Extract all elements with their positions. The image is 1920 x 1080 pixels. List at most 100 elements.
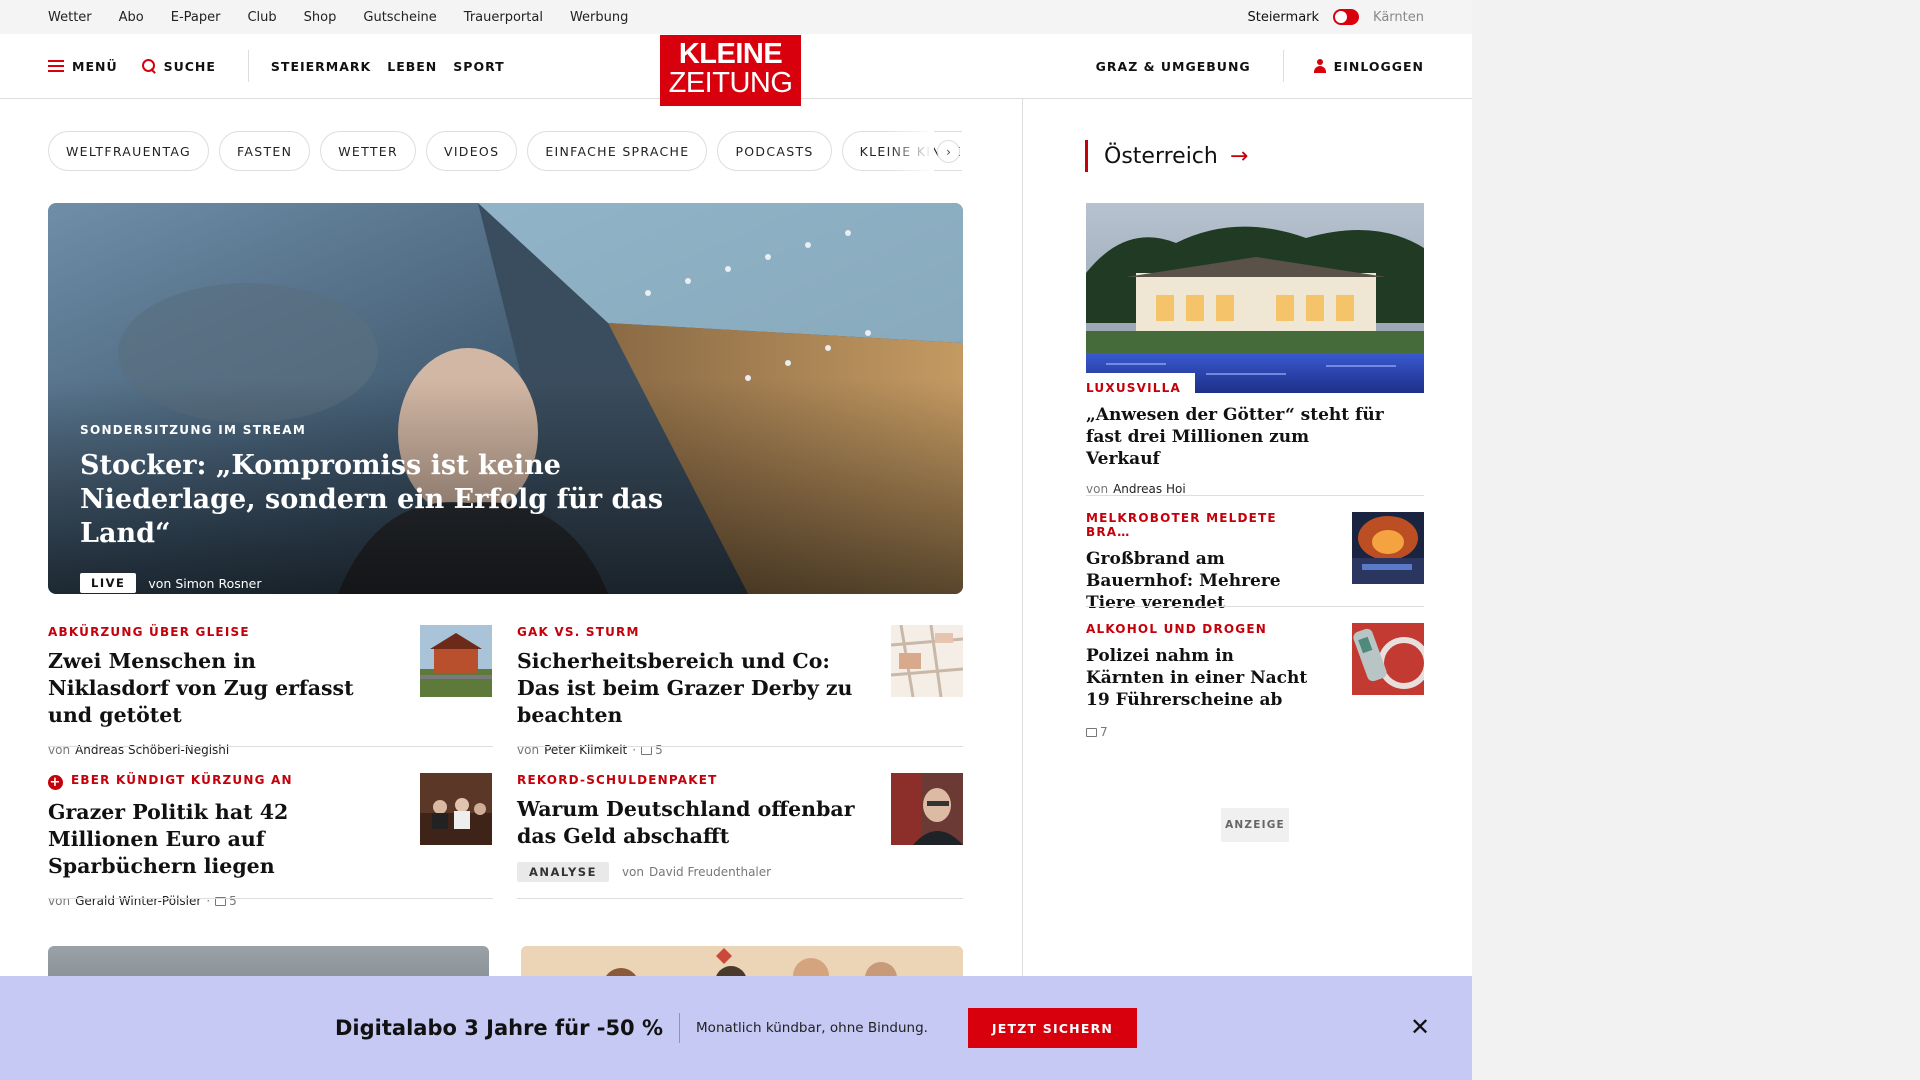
utility-link-abo[interactable]: Abo — [119, 10, 144, 25]
tag-fasten[interactable]: FASTEN — [219, 131, 311, 171]
meta-dot: · — [206, 894, 211, 908]
tag-einfache-sprache[interactable]: EINFACHE SPRACHE — [527, 131, 708, 171]
article-thumbnail[interactable] — [891, 625, 963, 697]
comment-number: 7 — [1100, 725, 1108, 739]
divider — [48, 746, 493, 747]
column-divider — [1022, 99, 1023, 999]
divider — [1086, 606, 1424, 607]
arrow-right-icon: → — [1229, 143, 1249, 169]
comment-count[interactable]: 7 — [1086, 725, 1108, 739]
utility-link-werbung[interactable]: Werbung — [570, 10, 628, 25]
comment-icon — [1086, 727, 1097, 737]
article-author[interactable]: Gerald Winter-Pölsler — [75, 894, 201, 908]
banner-divider — [679, 1013, 681, 1043]
article-thumbnail[interactable] — [420, 625, 492, 697]
article-author[interactable]: Andreas Hoi — [1113, 482, 1186, 496]
region-toggle[interactable] — [1333, 9, 1360, 25]
article-teaser[interactable]: ABKÜRZUNG ÜBER GLEISE Zwei Menschen in N… — [48, 625, 368, 757]
sidebar-lead-article[interactable]: „Anwesen der Götter“ steht für fast drei… — [1086, 404, 1386, 496]
hero-meta: LIVE von Simon Rosner — [80, 573, 720, 593]
article-teaser[interactable]: REKORD-SCHULDENPAKET Warum Deutschland o… — [517, 773, 862, 882]
subscribe-button[interactable]: JETZT SICHERN — [967, 1008, 1137, 1048]
article-title[interactable]: Zwei Menschen in Niklasdorf von Zug erfa… — [48, 648, 368, 729]
live-badge: LIVE — [80, 573, 137, 593]
article-kicker-wrap: + EBER KÜNDIGT KÜRZUNG AN — [48, 773, 388, 790]
hero-author[interactable]: Simon Rosner — [175, 576, 261, 591]
utility-link-e-paper[interactable]: E-Paper — [171, 10, 221, 25]
hero-title[interactable]: Stocker: „Kompromiss ist keine Niederlag… — [80, 449, 720, 551]
utility-link-wetter[interactable]: Wetter — [48, 10, 92, 25]
region-link[interactable]: GRAZ & UMGEBUNG — [1096, 59, 1251, 74]
main-header: MENÜ SUCHE STEIERMARK LEBEN SPORT KLEINE… — [0, 34, 1472, 106]
utility-link-shop[interactable]: Shop — [304, 10, 337, 25]
article-title[interactable]: Warum Deutschland offenbar das Geld absc… — [517, 796, 862, 850]
header-divider-right — [1282, 50, 1284, 82]
banner-subtitle: Monatlich kündbar, ohne Bindung. — [696, 1020, 928, 1036]
lead-kicker-badge: LUXUSVILLA — [1086, 373, 1195, 398]
menu-icon — [48, 60, 64, 72]
article-thumbnail[interactable] — [420, 773, 492, 845]
byline-prefix: von — [621, 865, 644, 879]
tag-videos[interactable]: VIDEOS — [425, 131, 518, 171]
article-title[interactable]: Großbrand am Bauernhof: Mehrere Tiere ve… — [1086, 548, 1316, 614]
hero-kicker: SONDERSITZUNG IM STREAM — [80, 423, 307, 437]
sidebar-article[interactable]: MELKROBOTER MELDETE BRA… Großbrand am Ba… — [1086, 511, 1316, 614]
region-other-label[interactable]: Kärnten — [1373, 10, 1424, 25]
luxusvilla-image[interactable] — [1086, 203, 1424, 393]
tag-wetter[interactable]: WETTER — [320, 131, 416, 171]
article-kicker: REKORD-SCHULDENPAKET — [517, 773, 718, 787]
menu-button[interactable]: MENÜ — [48, 59, 118, 74]
utility-link-trauerportal[interactable]: Trauerportal — [464, 10, 543, 25]
nav-item-steiermark[interactable]: STEIERMARK — [271, 59, 371, 74]
article-teaser[interactable]: + EBER KÜNDIGT KÜRZUNG AN Grazer Politik … — [48, 773, 388, 908]
article-teaser[interactable]: GAK VS. STURM Sicherheitsbereich und Co:… — [517, 625, 862, 757]
utility-bar: Wetter Abo E-Paper Club Shop Gutscheine Trauer… — [0, 0, 1472, 34]
analyse-badge: ANALYSE — [517, 862, 609, 882]
hero-article[interactable]: SONDERSITZUNG IM STREAM Stocker: „Kompro… — [48, 203, 963, 594]
comment-count[interactable]: 5 — [215, 894, 237, 908]
divider — [48, 898, 493, 899]
subscription-banner: Digitalabo 3 Jahre für -50 % Monatlich k… — [0, 976, 1472, 1080]
article-title[interactable]: Polizei nahm in Kärnten in einer Nacht 1… — [1086, 645, 1316, 711]
user-icon — [1313, 59, 1326, 73]
article-title[interactable]: „Anwesen der Götter“ steht für fast drei… — [1086, 404, 1386, 470]
article-thumbnail[interactable] — [1352, 623, 1424, 695]
page: Wetter Abo E-Paper Club Shop Gutscheine Trauer… — [0, 0, 1472, 1080]
article-title[interactable]: Sicherheitsbereich und Co: Das ist beim … — [517, 648, 862, 729]
tags-scroll-button[interactable]: › — [937, 140, 960, 163]
article-thumbnail[interactable] — [891, 773, 963, 845]
utility-link-gutscheine[interactable]: Gutscheine — [363, 10, 436, 25]
logo-line-2: ZEITUNG — [668, 67, 793, 99]
banner-content: Digitalabo 3 Jahre für -50 % Monatlich k… — [0, 976, 1472, 1080]
divider — [1086, 495, 1424, 496]
ad-label: ANZEIGE — [1221, 808, 1289, 842]
tag-weltfrauentag[interactable]: WELTFRAUENTAG — [48, 131, 210, 171]
hero-byline: von Simon Rosner — [148, 576, 261, 591]
kleine-zeitung-logo[interactable]: KLEINE ZEITUNG — [660, 35, 801, 106]
login-button[interactable]: EINLOGGEN — [1313, 59, 1424, 74]
section-oesterreich-link[interactable]: Österreich → — [1085, 140, 1248, 172]
article-kicker: EBER KÜNDIGT KÜRZUNG AN — [71, 773, 293, 787]
utility-link-club[interactable]: Club — [247, 10, 276, 25]
nav-item-sport[interactable]: SPORT — [453, 59, 504, 74]
header-right: GRAZ & UMGEBUNG EINLOGGEN — [1096, 34, 1424, 98]
page-background — [1472, 0, 1920, 1080]
logo-line-1: KLEINE — [678, 38, 783, 70]
hero-text: SONDERSITZUNG IM STREAM Stocker: „Kompro… — [80, 423, 720, 593]
region-active-label[interactable]: Steiermark — [1247, 10, 1319, 25]
article-thumbnail[interactable] — [1352, 512, 1424, 584]
chevron-right-icon: › — [946, 144, 951, 159]
banner-title: Digitalabo 3 Jahre für -50 % — [335, 1016, 664, 1040]
tag-podcasts[interactable]: PODCASTS — [717, 131, 832, 171]
header-left: MENÜ SUCHE STEIERMARK LEBEN SPORT — [48, 34, 505, 98]
header-nav: STEIERMARK LEBEN SPORT — [271, 59, 505, 74]
article-author[interactable]: David Freudenthaler — [649, 865, 771, 879]
close-icon[interactable]: ✕ — [1408, 1013, 1432, 1041]
region-switch: Steiermark Kärnten — [1247, 0, 1424, 34]
article-title[interactable]: Grazer Politik hat 42 Millionen Euro auf… — [48, 799, 388, 880]
article-meta: von Gerald Winter-Pölsler · 5 — [48, 894, 388, 908]
byline-prefix: von — [148, 575, 172, 591]
search-button[interactable]: SUCHE — [141, 59, 216, 74]
nav-item-leben[interactable]: LEBEN — [387, 59, 437, 74]
sidebar-article[interactable]: ALKOHOL UND DROGEN Polizei nahm in Kärnt… — [1086, 622, 1316, 739]
